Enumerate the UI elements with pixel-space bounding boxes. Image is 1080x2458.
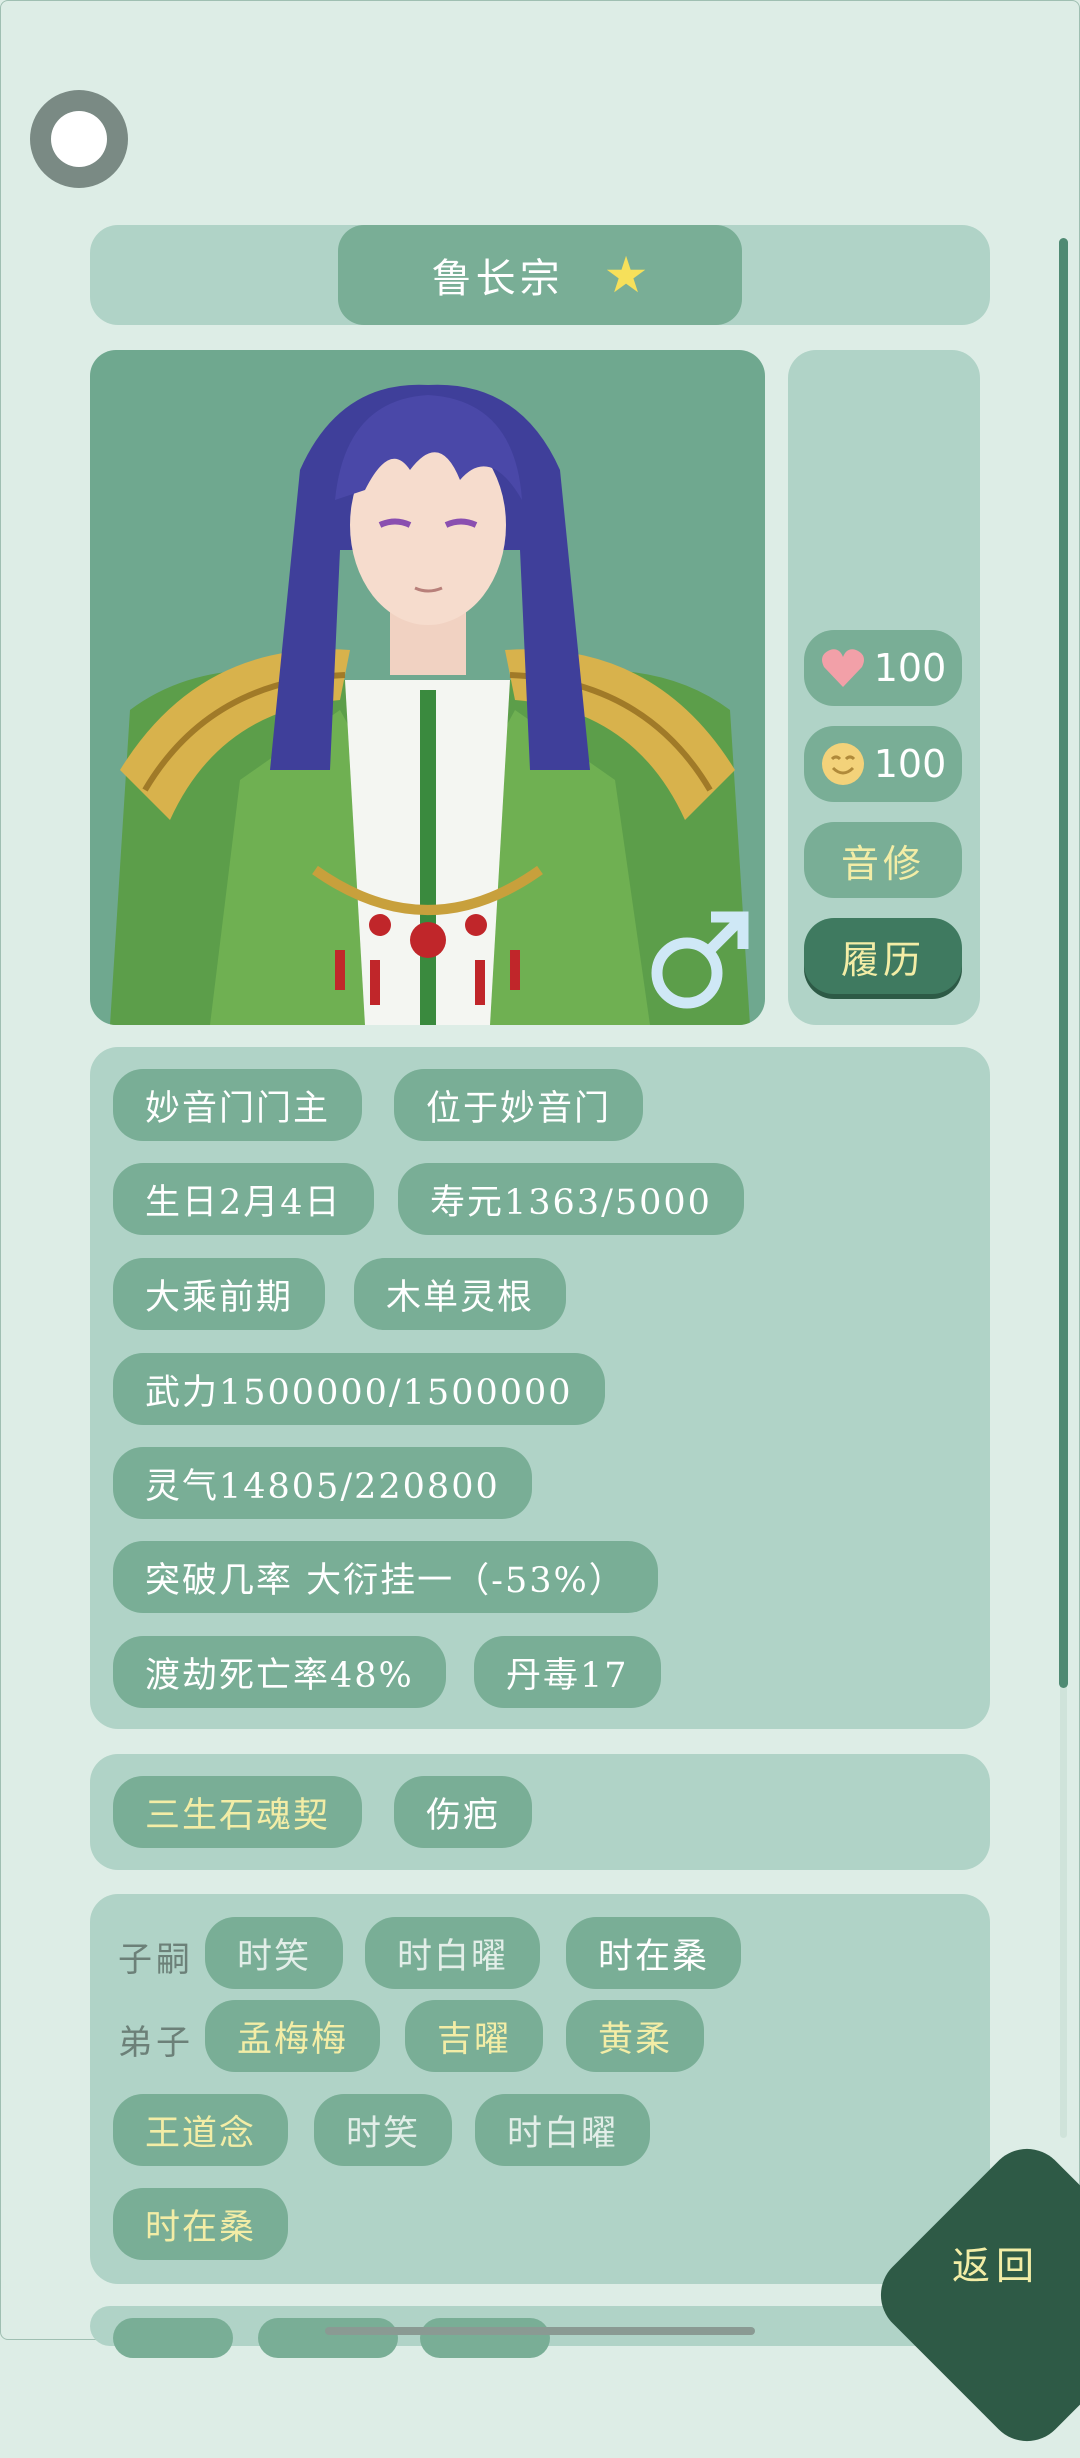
tribulation-tag: 渡劫死亡率48%: [113, 1636, 446, 1708]
smile-face-icon: [821, 743, 864, 785]
history-button[interactable]: 履历: [804, 918, 962, 994]
relation-item[interactable]: 时白曜: [475, 2094, 651, 2166]
disciple-item[interactable]: 黄柔: [566, 2000, 705, 2072]
relation-item[interactable]: 时笑: [314, 2094, 453, 2166]
qi-tag: 灵气14805/220800: [113, 1447, 532, 1519]
character-name: 鲁长宗: [431, 256, 564, 302]
disciple-item[interactable]: 吉曜: [405, 2000, 544, 2072]
breakthrough-tag: 突破几率 大衍挂一（-53%）: [113, 1541, 658, 1613]
birthday-tag: 生日2月4日: [113, 1163, 374, 1235]
favor-stat: 100: [804, 630, 962, 706]
poison-tag: 丹毒17: [474, 1636, 661, 1708]
location-tag: 位于妙音门: [394, 1069, 644, 1141]
children-label: 子嗣: [118, 1940, 194, 1980]
star-icon[interactable]: ★: [604, 246, 649, 304]
next-panel-tag: [258, 2318, 398, 2358]
child-item[interactable]: 时白曜: [365, 1917, 541, 1989]
disciples-label: 弟子: [118, 2023, 194, 2063]
realm-tag: 大乘前期: [113, 1258, 326, 1330]
mood-value: 100: [873, 742, 947, 786]
force-tag: 武力1500000/1500000: [113, 1353, 605, 1425]
back-button-label[interactable]: 返回: [952, 2235, 1040, 2290]
mood-stat: 100: [804, 726, 962, 802]
trait-soul-contract[interactable]: 三生石魂契: [113, 1776, 363, 1848]
relation-item[interactable]: 时在桑: [113, 2188, 289, 2260]
cultivation-type-button[interactable]: 音修: [804, 822, 962, 898]
male-gender-icon: [651, 911, 749, 1009]
favor-value: 100: [873, 646, 947, 690]
spirit-root-tag: 木单灵根: [354, 1258, 567, 1330]
scrollbar-thumb[interactable]: [1059, 238, 1068, 1688]
menu-toggle-button[interactable]: [30, 90, 128, 188]
name-bar: 鲁长宗 ★: [90, 225, 990, 325]
disciple-item[interactable]: 孟梅梅: [205, 2000, 381, 2072]
lifespan-tag: 寿元1363/5000: [398, 1163, 744, 1235]
next-panel-tag: [113, 2318, 233, 2358]
trait-scar[interactable]: 伤疤: [394, 1776, 533, 1848]
name-pill[interactable]: 鲁长宗 ★: [338, 225, 742, 325]
title-tag: 妙音门门主: [113, 1069, 363, 1141]
next-panel-tag: [420, 2318, 550, 2358]
heart-icon: [821, 649, 864, 687]
child-item[interactable]: 时在桑: [566, 1917, 742, 1989]
child-item[interactable]: 时笑: [205, 1917, 344, 1989]
side-panel: 100 100 音修 履历: [788, 350, 980, 1025]
home-indicator[interactable]: [325, 2327, 755, 2335]
relation-item[interactable]: 王道念: [113, 2094, 289, 2166]
character-portrait: [90, 350, 765, 1025]
